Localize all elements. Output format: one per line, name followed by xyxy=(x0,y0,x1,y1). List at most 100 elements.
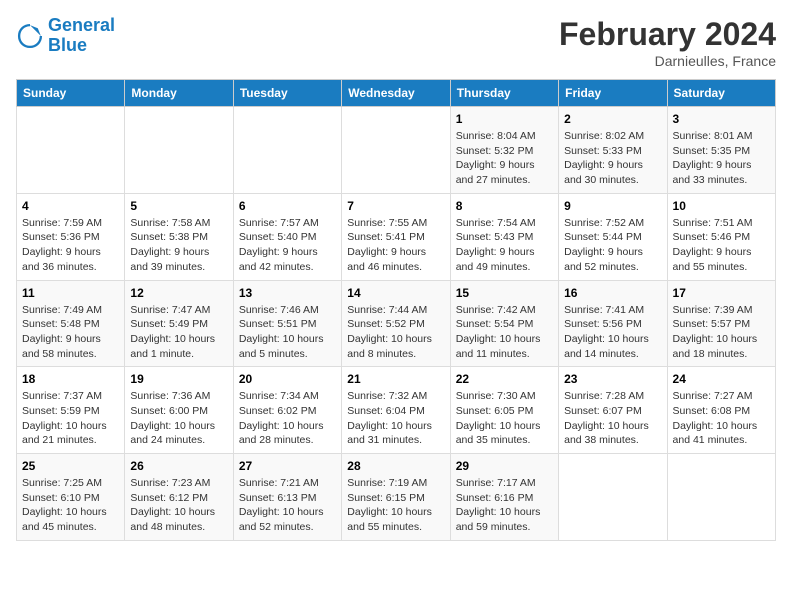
day-info: Sunrise: 7:54 AMSunset: 5:43 PMDaylight:… xyxy=(456,216,553,275)
day-number: 25 xyxy=(22,459,119,473)
calendar-cell: 15Sunrise: 7:42 AMSunset: 5:54 PMDayligh… xyxy=(450,280,558,367)
calendar-cell: 5 Sunrise: 7:58 AMSunset: 5:38 PMDaylight… xyxy=(125,193,233,280)
day-info: Sunrise: 7:42 AMSunset: 5:54 PMDaylight:… xyxy=(456,303,553,362)
calendar-cell: 18 Sunrise: 7:37 AMSunset: 5:59 PMDayligh… xyxy=(17,367,125,454)
day-number: 13 xyxy=(239,286,336,300)
column-header-wednesday: Wednesday xyxy=(342,80,450,107)
day-info: Sunrise: 8:04 AMSunset: 5:32 PMDaylight:… xyxy=(456,129,553,188)
day-number: 22 xyxy=(456,372,553,386)
calendar-cell: 14 Sunrise: 7:44 AMSunset: 5:52 PMDayligh… xyxy=(342,280,450,367)
day-info: Sunrise: 7:44 AMSunset: 5:52 PMDaylight:… xyxy=(347,303,444,362)
calendar-cell: 9Sunrise: 7:52 AMSunset: 5:44 PMDaylight… xyxy=(559,193,667,280)
day-info: Sunrise: 7:37 AMSunset: 5:59 PMDaylight:… xyxy=(22,389,119,448)
calendar-cell: 6 Sunrise: 7:57 AMSunset: 5:40 PMDaylight… xyxy=(233,193,341,280)
day-number: 5 xyxy=(130,199,227,213)
day-number: 20 xyxy=(239,372,336,386)
column-header-friday: Friday xyxy=(559,80,667,107)
day-info: Sunrise: 7:46 AMSunset: 5:51 PMDaylight:… xyxy=(239,303,336,362)
day-info: Sunrise: 7:49 AMSunset: 5:48 PMDaylight:… xyxy=(22,303,119,362)
day-number: 12 xyxy=(130,286,227,300)
day-number: 27 xyxy=(239,459,336,473)
day-number: 4 xyxy=(22,199,119,213)
calendar-cell: 23 Sunrise: 7:28 AMSunset: 6:07 PMDayligh… xyxy=(559,367,667,454)
column-header-thursday: Thursday xyxy=(450,80,558,107)
calendar-cell xyxy=(233,107,341,194)
day-number: 1 xyxy=(456,112,553,126)
day-number: 28 xyxy=(347,459,444,473)
calendar-week-2: 4 Sunrise: 7:59 AMSunset: 5:36 PMDaylight… xyxy=(17,193,776,280)
day-info: Sunrise: 7:28 AMSunset: 6:07 PMDaylight:… xyxy=(564,389,661,448)
calendar-week-5: 25 Sunrise: 7:25 AMSunset: 6:10 PMDayligh… xyxy=(17,454,776,541)
logo-icon xyxy=(16,22,44,50)
day-number: 19 xyxy=(130,372,227,386)
calendar-cell xyxy=(17,107,125,194)
main-title: February 2024 xyxy=(559,16,776,53)
column-header-saturday: Saturday xyxy=(667,80,775,107)
subtitle: Darnieulles, France xyxy=(559,53,776,69)
day-number: 11 xyxy=(22,286,119,300)
day-info: Sunrise: 7:47 AMSunset: 5:49 PMDaylight:… xyxy=(130,303,227,362)
calendar-cell: 29 Sunrise: 7:17 AMSunset: 6:16 PMDayligh… xyxy=(450,454,558,541)
calendar-cell: 27 Sunrise: 7:21 AMSunset: 6:13 PMDayligh… xyxy=(233,454,341,541)
page-header: General Blue February 2024 Darnieulles, … xyxy=(16,16,776,69)
day-number: 23 xyxy=(564,372,661,386)
day-info: Sunrise: 8:02 AMSunset: 5:33 PMDaylight:… xyxy=(564,129,661,188)
calendar-cell: 2 Sunrise: 8:02 AMSunset: 5:33 PMDaylight… xyxy=(559,107,667,194)
day-number: 24 xyxy=(673,372,770,386)
day-info: Sunrise: 7:59 AMSunset: 5:36 PMDaylight:… xyxy=(22,216,119,275)
calendar-cell xyxy=(342,107,450,194)
day-info: Sunrise: 7:57 AMSunset: 5:40 PMDaylight:… xyxy=(239,216,336,275)
day-number: 10 xyxy=(673,199,770,213)
day-info: Sunrise: 7:39 AMSunset: 5:57 PMDaylight:… xyxy=(673,303,770,362)
calendar-header-row: SundayMondayTuesdayWednesdayThursdayFrid… xyxy=(17,80,776,107)
day-info: Sunrise: 7:34 AMSunset: 6:02 PMDaylight:… xyxy=(239,389,336,448)
day-number: 6 xyxy=(239,199,336,213)
logo-text: General Blue xyxy=(48,16,115,56)
calendar-cell: 3 Sunrise: 8:01 AMSunset: 5:35 PMDaylight… xyxy=(667,107,775,194)
calendar-cell: 8 Sunrise: 7:54 AMSunset: 5:43 PMDaylight… xyxy=(450,193,558,280)
day-info: Sunrise: 8:01 AMSunset: 5:35 PMDaylight:… xyxy=(673,129,770,188)
calendar-cell: 17Sunrise: 7:39 AMSunset: 5:57 PMDayligh… xyxy=(667,280,775,367)
calendar-cell: 7 Sunrise: 7:55 AMSunset: 5:41 PMDaylight… xyxy=(342,193,450,280)
day-info: Sunrise: 7:51 AMSunset: 5:46 PMDaylight:… xyxy=(673,216,770,275)
day-info: Sunrise: 7:55 AMSunset: 5:41 PMDaylight:… xyxy=(347,216,444,275)
calendar-week-3: 11 Sunrise: 7:49 AMSunset: 5:48 PMDayligh… xyxy=(17,280,776,367)
calendar-cell: 16Sunrise: 7:41 AMSunset: 5:56 PMDayligh… xyxy=(559,280,667,367)
calendar-week-1: 1 Sunrise: 8:04 AMSunset: 5:32 PMDaylight… xyxy=(17,107,776,194)
day-number: 3 xyxy=(673,112,770,126)
calendar-cell: 26Sunrise: 7:23 AMSunset: 6:12 PMDayligh… xyxy=(125,454,233,541)
day-info: Sunrise: 7:21 AMSunset: 6:13 PMDaylight:… xyxy=(239,476,336,535)
calendar-cell: 28 Sunrise: 7:19 AMSunset: 6:15 PMDayligh… xyxy=(342,454,450,541)
calendar-cell xyxy=(667,454,775,541)
day-info: Sunrise: 7:52 AMSunset: 5:44 PMDaylight:… xyxy=(564,216,661,275)
calendar-cell: 25 Sunrise: 7:25 AMSunset: 6:10 PMDayligh… xyxy=(17,454,125,541)
column-header-monday: Monday xyxy=(125,80,233,107)
calendar-cell xyxy=(125,107,233,194)
calendar-cell: 4 Sunrise: 7:59 AMSunset: 5:36 PMDaylight… xyxy=(17,193,125,280)
day-info: Sunrise: 7:36 AMSunset: 6:00 PMDaylight:… xyxy=(130,389,227,448)
calendar-cell: 21Sunrise: 7:32 AMSunset: 6:04 PMDayligh… xyxy=(342,367,450,454)
calendar-cell: 12 Sunrise: 7:47 AMSunset: 5:49 PMDayligh… xyxy=(125,280,233,367)
day-number: 7 xyxy=(347,199,444,213)
day-number: 29 xyxy=(456,459,553,473)
day-number: 26 xyxy=(130,459,227,473)
calendar-cell: 11 Sunrise: 7:49 AMSunset: 5:48 PMDayligh… xyxy=(17,280,125,367)
day-number: 21 xyxy=(347,372,444,386)
day-number: 14 xyxy=(347,286,444,300)
calendar-cell: 24 Sunrise: 7:27 AMSunset: 6:08 PMDayligh… xyxy=(667,367,775,454)
title-block: February 2024 Darnieulles, France xyxy=(559,16,776,69)
day-number: 18 xyxy=(22,372,119,386)
day-info: Sunrise: 7:27 AMSunset: 6:08 PMDaylight:… xyxy=(673,389,770,448)
day-number: 2 xyxy=(564,112,661,126)
day-info: Sunrise: 7:41 AMSunset: 5:56 PMDaylight:… xyxy=(564,303,661,362)
day-info: Sunrise: 7:58 AMSunset: 5:38 PMDaylight:… xyxy=(130,216,227,275)
day-info: Sunrise: 7:25 AMSunset: 6:10 PMDaylight:… xyxy=(22,476,119,535)
day-number: 8 xyxy=(456,199,553,213)
calendar-cell: 20 Sunrise: 7:34 AMSunset: 6:02 PMDayligh… xyxy=(233,367,341,454)
day-info: Sunrise: 7:17 AMSunset: 6:16 PMDaylight:… xyxy=(456,476,553,535)
column-header-tuesday: Tuesday xyxy=(233,80,341,107)
day-info: Sunrise: 7:19 AMSunset: 6:15 PMDaylight:… xyxy=(347,476,444,535)
calendar-cell: 13 Sunrise: 7:46 AMSunset: 5:51 PMDayligh… xyxy=(233,280,341,367)
calendar-cell xyxy=(559,454,667,541)
calendar-cell: 10 Sunrise: 7:51 AMSunset: 5:46 PMDayligh… xyxy=(667,193,775,280)
